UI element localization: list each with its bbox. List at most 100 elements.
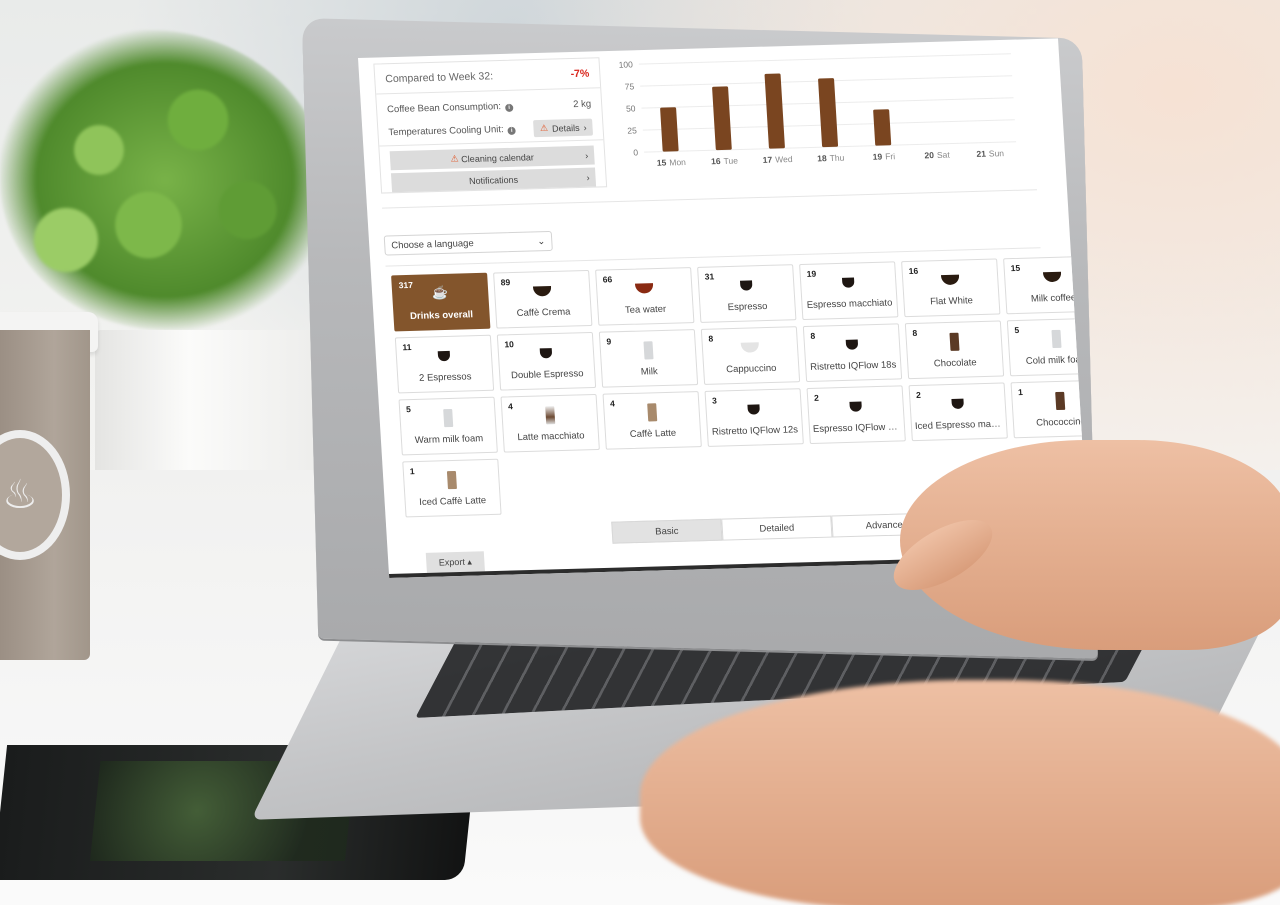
- drink-tile[interactable]: 3 Ristretto IQFlow 12s: [704, 388, 804, 447]
- x-tick-weekday: Thu: [829, 153, 845, 163]
- glass-white-icon: [436, 408, 459, 428]
- bar-fri[interactable]: [873, 109, 892, 146]
- glass-brown-icon: [1048, 391, 1071, 411]
- drink-label: Espresso macchiato: [806, 297, 893, 311]
- drink-tile[interactable]: 66 Tea water: [595, 267, 695, 326]
- drink-label: Tea water: [624, 303, 667, 316]
- drink-tile[interactable]: 8 Cappuccino: [700, 326, 801, 385]
- x-tick-label: 21 Sun: [976, 148, 1004, 159]
- x-tick-day: 21: [976, 149, 986, 159]
- drink-tile[interactable]: 8 Chocolate: [904, 320, 1005, 380]
- drink-count: 3: [711, 395, 718, 406]
- info-icon[interactable]: i: [507, 126, 516, 135]
- drink-count: 317: [398, 279, 414, 291]
- x-tick-weekday: Fri: [885, 151, 896, 161]
- drink-tile[interactable]: 19 Espresso macchiato: [799, 261, 899, 321]
- drink-tile[interactable]: 4 Latte macchiato: [500, 393, 600, 453]
- glass-latte-icon: [640, 403, 663, 422]
- notifications-button[interactable]: Notifications ›: [390, 167, 597, 193]
- small-cup-icon: [735, 276, 758, 293]
- drink-count: 5: [405, 404, 412, 415]
- drink-tile[interactable]: 4 Caffè Latte: [602, 391, 702, 450]
- drink-label: Caffè Crema: [516, 306, 571, 319]
- drink-count: 8: [912, 327, 918, 338]
- glass-white-icon: [636, 341, 659, 360]
- drinks-grid: 317 ☕ Drinks overall 89 Caffè Crema 66 Tea wat…: [391, 255, 1090, 518]
- summary-panel: Compared to Week 32: -7% Coffee Bean Con…: [373, 57, 608, 194]
- x-tick-day: 18: [817, 153, 827, 163]
- x-tick-label: 18 Thu: [817, 153, 845, 164]
- drink-label: Iced Espresso macch...: [914, 418, 1007, 433]
- chevron-right-icon: ›: [583, 122, 587, 133]
- warning-icon: ⚠: [539, 122, 549, 134]
- y-tick-label: 50: [626, 103, 636, 113]
- drinks-overall-icon: ☕: [431, 284, 449, 301]
- weekly-bar-chart: 0 25 50 75 100 15 Mon 16 Tue 17 Wed 18 Thu 19 Fri 20 Sat…: [610, 45, 1027, 174]
- language-placeholder: Choose a language: [390, 237, 475, 251]
- tab-basic[interactable]: Basic: [611, 518, 723, 544]
- small-cup-icon: [844, 397, 867, 414]
- x-tick-weekday: Tue: [723, 156, 738, 166]
- x-tick-day: 17: [762, 155, 772, 165]
- x-tick-weekday: Mon: [669, 157, 686, 167]
- cleaning-label: Cleaning calendar: [460, 151, 535, 164]
- drink-count: 19: [806, 268, 817, 279]
- drink-label: Ristretto IQFlow 18s: [809, 359, 897, 373]
- drink-count: 89: [500, 277, 511, 288]
- glass-brown-icon: [942, 332, 965, 351]
- bar-thu[interactable]: [818, 78, 839, 148]
- drink-count: 11: [402, 341, 412, 353]
- drink-tile[interactable]: 11 2 Espressos: [394, 334, 495, 394]
- cleaning-calendar-button[interactable]: ⚠ Cleaning calendar ›: [389, 145, 595, 171]
- details-button[interactable]: ⚠ Details ›: [533, 118, 594, 138]
- drink-label: Flat White: [929, 295, 974, 308]
- drink-label: Latte macchiato: [517, 430, 585, 444]
- compared-row: Compared to Week 32: -7%: [374, 58, 601, 95]
- drink-tile[interactable]: 89 Caffè Crema: [493, 269, 593, 329]
- y-tick-label: 25: [627, 125, 637, 135]
- cooling-label: Temperatures Cooling Unit:: [388, 124, 504, 139]
- y-tick-label: 100: [618, 59, 633, 69]
- drink-count: 1: [409, 466, 415, 477]
- small-cup-icon: [837, 273, 860, 290]
- bar-tue[interactable]: [712, 86, 732, 151]
- small-cup-icon: [946, 395, 969, 412]
- y-tick-label: 75: [624, 81, 634, 91]
- x-tick-day: 15: [657, 158, 667, 168]
- drink-tile[interactable]: 1 Iced Caffè Latte: [402, 458, 502, 518]
- drink-label: Cappuccino: [725, 362, 777, 376]
- glass-layered-icon: [538, 406, 561, 425]
- drink-tile[interactable]: 10 Double Espresso: [496, 331, 597, 391]
- export-button[interactable]: Export ▴: [425, 551, 485, 573]
- x-tick-label: 15 Mon: [657, 157, 687, 168]
- language-select[interactable]: Choose a language ⌄: [383, 230, 553, 256]
- drink-tile[interactable]: 317 ☕ Drinks overall: [391, 272, 491, 332]
- tea-icon: [633, 279, 656, 296]
- drink-tile[interactable]: 8 Ristretto IQFlow 18s: [802, 323, 903, 383]
- cup-icon: [939, 271, 962, 288]
- drink-tile[interactable]: 31 Espresso: [697, 264, 797, 323]
- drink-tile[interactable]: 2 Iced Espresso macch...: [908, 382, 1008, 442]
- bar-mon[interactable]: [660, 107, 679, 152]
- drink-count: 2: [915, 389, 922, 400]
- drink-count: 31: [704, 271, 715, 282]
- small-cup-icon: [742, 400, 765, 417]
- chart-svg: 0 25 50 75 100 15 Mon 16 Tue 17 Wed 18 Thu 19 Fri 20 Sat…: [618, 53, 1017, 168]
- compared-value: -7%: [570, 67, 590, 80]
- drink-label: Double Espresso: [510, 368, 584, 382]
- divider: [382, 189, 1038, 209]
- x-tick-day: 19: [872, 152, 882, 162]
- drink-count: 8: [810, 330, 816, 341]
- drink-tile[interactable]: 9 Milk: [598, 329, 699, 388]
- drink-tile[interactable]: 16 Flat White: [901, 258, 1001, 318]
- bar-wed[interactable]: [764, 73, 785, 149]
- drink-tile[interactable]: 2 Espresso IQFlow 15s: [806, 385, 906, 445]
- drink-tile[interactable]: 5 Warm milk foam: [398, 396, 498, 456]
- drink-label: Drinks overall: [409, 309, 474, 322]
- x-tick-label: 19 Fri: [872, 151, 895, 162]
- tab-detailed[interactable]: Detailed: [721, 515, 833, 541]
- info-icon[interactable]: i: [504, 103, 514, 112]
- left-hand: [640, 680, 1280, 905]
- drink-tile[interactable]: 1 Chococcino: [1010, 379, 1090, 439]
- drink-label: Milk: [640, 366, 659, 378]
